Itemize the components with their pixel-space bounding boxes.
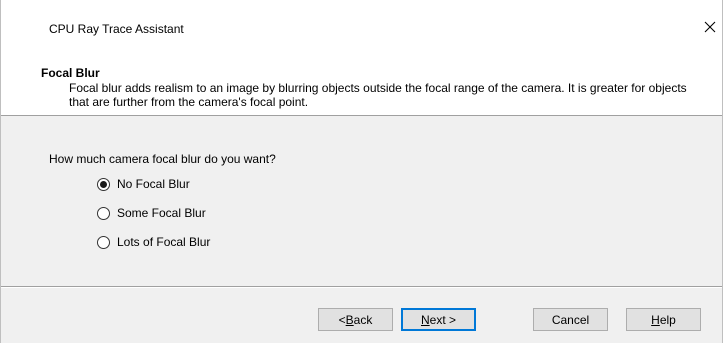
help-button[interactable]: Help [626,308,701,331]
close-button[interactable] [698,12,722,42]
radio-label: No Focal Blur [117,177,190,191]
footer-separator [1,286,722,288]
page-description: Focal blur adds realism to an image by b… [69,81,687,109]
page-header: Focal Blur Focal blur adds realism to an… [1,46,722,116]
page-body: How much camera focal blur do you want? … [1,116,722,286]
dialog-window: CPU Ray Trace Assistant Focal Blur Focal… [0,0,723,343]
radio-button[interactable] [97,235,110,249]
next-button[interactable]: Next > [401,308,476,331]
title-bar: CPU Ray Trace Assistant [1,0,722,46]
back-button[interactable]: < Back [318,308,393,331]
radio-button[interactable] [97,206,110,220]
radio-button-selected[interactable] [97,177,110,191]
radio-no-focal-blur[interactable]: No Focal Blur [97,177,190,191]
radio-some-focal-blur[interactable]: Some Focal Blur [97,206,206,220]
radio-label: Some Focal Blur [117,206,206,220]
question-label: How much camera focal blur do you want? [49,152,276,166]
radio-label: Lots of Focal Blur [117,235,211,249]
page-title: Focal Blur [41,66,100,80]
close-icon [704,21,716,33]
radio-lots-of-focal-blur[interactable]: Lots of Focal Blur [97,235,210,249]
cancel-button[interactable]: Cancel [533,308,608,331]
window-title: CPU Ray Trace Assistant [49,22,184,36]
